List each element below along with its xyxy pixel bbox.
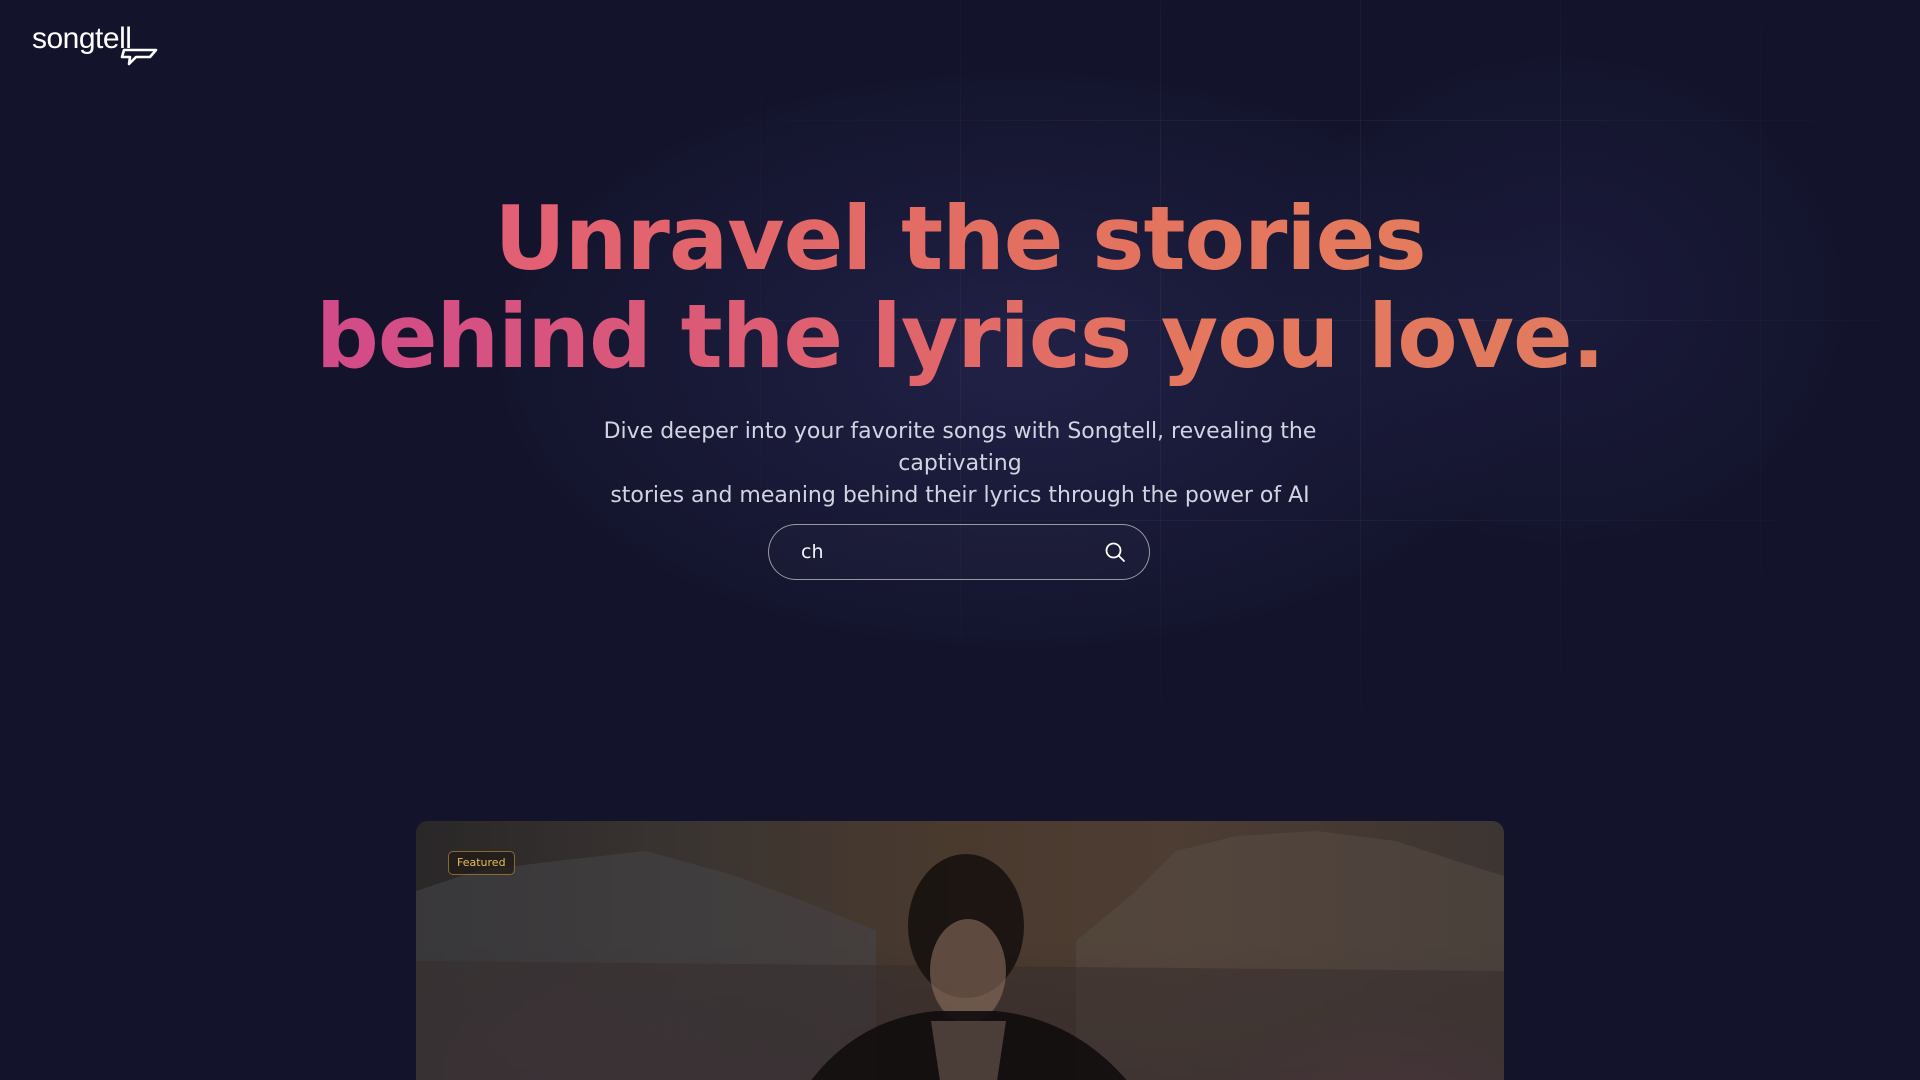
hero-headline: Unravel the stories behind the lyrics yo…: [0, 190, 1920, 386]
speech-bubble-icon: [120, 48, 158, 66]
hero-section: Unravel the stories behind the lyrics yo…: [0, 190, 1920, 512]
search-input[interactable]: [801, 525, 1061, 579]
headline-line-1: Unravel the stories: [494, 187, 1426, 290]
headline-line-2: behind the lyrics you love.: [315, 285, 1605, 388]
featured-song-artwork: [416, 831, 1504, 1080]
hero-subtitle: Dive deeper into your favorite songs wit…: [550, 416, 1370, 512]
subtitle-line-2: stories and meaning behind their lyrics …: [610, 483, 1310, 508]
page: songtell Unravel the stories behind the …: [0, 0, 1920, 1080]
logo-text: songtell: [32, 22, 132, 55]
featured-badge: Featured: [448, 851, 515, 875]
search-bar[interactable]: [768, 524, 1150, 580]
songtell-logo[interactable]: songtell: [32, 14, 158, 66]
search-icon[interactable]: [1103, 540, 1127, 564]
subtitle-line-1: Dive deeper into your favorite songs wit…: [603, 419, 1317, 476]
featured-song-card[interactable]: Featured: [416, 821, 1504, 1080]
